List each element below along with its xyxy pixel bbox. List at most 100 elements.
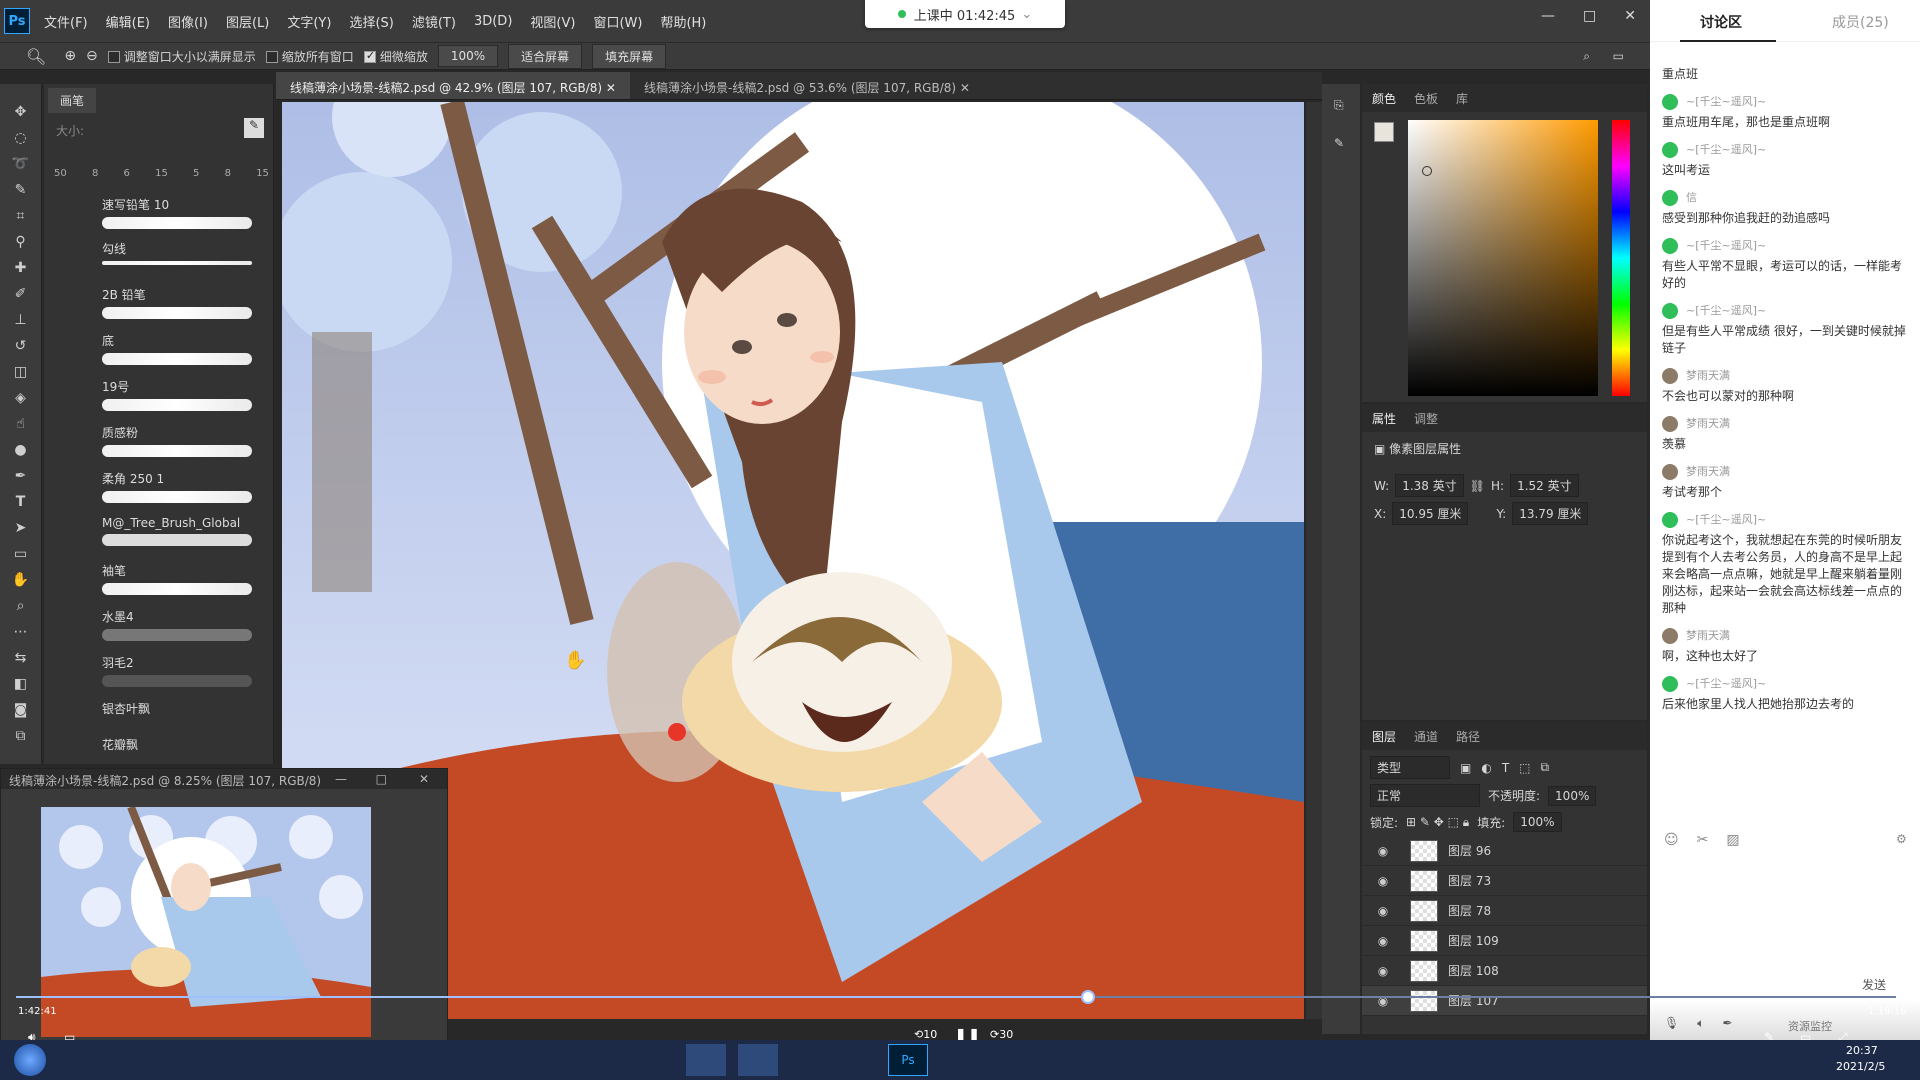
avatar[interactable] bbox=[1662, 141, 1678, 158]
tab-swatches[interactable]: 色板 bbox=[1414, 90, 1438, 107]
eraser-tool-icon[interactable]: ◫ bbox=[14, 364, 27, 381]
canvas-scrollbar[interactable] bbox=[1306, 102, 1322, 1019]
menu-select[interactable]: 选择(S) bbox=[349, 12, 393, 31]
tab-members[interactable]: 成员(25) bbox=[1832, 12, 1889, 32]
zoom-tool-icon[interactable]: 🔍︎ bbox=[26, 47, 46, 66]
avatar[interactable] bbox=[1662, 237, 1678, 254]
chevron-down-icon[interactable]: ⌄ bbox=[1021, 7, 1032, 22]
brush-item[interactable]: 袖笔 bbox=[102, 562, 302, 595]
fit-window-checkbox[interactable]: 调整窗口大小以满屏显示 bbox=[107, 48, 256, 65]
close-icon[interactable]: ✕ bbox=[419, 772, 429, 786]
move-tool-icon[interactable]: ✥ bbox=[15, 104, 27, 121]
search-icon[interactable]: ⌕ bbox=[1583, 49, 1590, 64]
avatar[interactable] bbox=[1662, 189, 1678, 206]
menu-filter[interactable]: 滤镜(T) bbox=[412, 12, 456, 31]
visibility-eye-icon[interactable]: ◉ bbox=[1372, 904, 1394, 918]
link-icon[interactable]: ⛓ bbox=[1470, 479, 1485, 493]
tab-color[interactable]: 颜色 bbox=[1372, 90, 1396, 107]
menu-view[interactable]: 视图(V) bbox=[530, 12, 575, 31]
brush-preset[interactable]: 15 bbox=[155, 168, 168, 179]
brush-item[interactable]: 勾线 bbox=[102, 240, 302, 265]
history-icon[interactable]: ⎘ bbox=[1334, 98, 1344, 113]
workspace-icon[interactable]: ▭ bbox=[1613, 49, 1624, 63]
minimize-icon[interactable]: — bbox=[1541, 8, 1555, 24]
marquee-tool-icon[interactable]: ◌ bbox=[14, 130, 26, 147]
blend-mode-select[interactable]: 正常 bbox=[1370, 784, 1480, 807]
brush-tool-icon[interactable]: ✐ bbox=[15, 286, 27, 303]
layer-row[interactable]: ◉ 图层 109 bbox=[1362, 926, 1647, 956]
taskbar-wechat-icon[interactable] bbox=[738, 1044, 778, 1076]
more-tools-icon[interactable]: ⋯ bbox=[14, 624, 28, 641]
crop-tool-icon[interactable]: ⌗ bbox=[17, 208, 25, 225]
minimize-icon[interactable]: — bbox=[335, 772, 347, 786]
brush-item[interactable]: 质感粉 bbox=[102, 424, 302, 457]
brush-preset[interactable]: 8 bbox=[92, 168, 98, 179]
zoom-in-icon[interactable]: ⊕ bbox=[64, 48, 76, 64]
tab-document-2[interactable]: 线稿薄涂小场景-线稿2.psd @ 53.6% (图层 107, RGB/8) … bbox=[630, 72, 984, 99]
image-icon[interactable]: ▨ bbox=[1726, 832, 1739, 848]
dodge-tool-icon[interactable]: ● bbox=[14, 442, 26, 459]
visibility-eye-icon[interactable]: ◉ bbox=[1372, 874, 1394, 888]
visibility-eye-icon[interactable]: ◉ bbox=[1372, 934, 1394, 948]
hue-slider[interactable] bbox=[1612, 120, 1630, 396]
filter-type-icon[interactable]: T bbox=[1502, 761, 1509, 775]
quick-mask-icon[interactable]: ◙ bbox=[14, 702, 28, 719]
color-swatches-icon[interactable]: ◧ bbox=[14, 676, 27, 693]
menu-layer[interactable]: 图层(L) bbox=[226, 12, 269, 31]
visibility-eye-icon[interactable]: ◉ bbox=[1372, 964, 1394, 978]
brush-settings-icon[interactable]: ✎ bbox=[1334, 136, 1344, 150]
height-field[interactable]: 1.52 英寸 bbox=[1510, 474, 1579, 497]
brush-item[interactable]: 羽毛2 bbox=[102, 654, 302, 687]
color-picker-handle[interactable] bbox=[1422, 166, 1432, 176]
layer-row[interactable]: ◉ 图层 78 bbox=[1362, 896, 1647, 926]
rectangle-tool-icon[interactable]: ▭ bbox=[14, 546, 27, 563]
lock-icons[interactable]: ⊞ ✎ ✥ ⬚ 🔒︎ bbox=[1406, 815, 1469, 830]
layer-row[interactable]: ◉ 图层 73 bbox=[1362, 866, 1647, 896]
brush-item[interactable]: 19号 bbox=[102, 378, 302, 411]
zoom-out-icon[interactable]: ⊖ bbox=[86, 48, 98, 64]
foreground-color-swatch[interactable] bbox=[1374, 122, 1394, 142]
avatar[interactable] bbox=[1662, 627, 1678, 644]
filter-pixel-icon[interactable]: ▣ bbox=[1460, 761, 1471, 775]
avatar[interactable] bbox=[1662, 511, 1678, 528]
photoshop-logo-icon[interactable]: Ps bbox=[4, 8, 30, 34]
brush-preset[interactable]: 8 bbox=[225, 168, 231, 179]
y-field[interactable]: 13.79 厘米 bbox=[1512, 502, 1589, 525]
tab-properties[interactable]: 属性 bbox=[1372, 410, 1396, 427]
brush-preset[interactable]: 6 bbox=[124, 168, 130, 179]
brush-item[interactable]: 柔角 250 1 bbox=[102, 470, 302, 503]
smudge-tool-icon[interactable]: ☝ bbox=[16, 416, 25, 433]
navigator-titlebar[interactable]: 线稿薄涂小场景-线稿2.psd @ 8.25% (图层 107, RGB/8) … bbox=[1, 769, 447, 789]
brush-item[interactable]: 底 bbox=[102, 332, 302, 365]
fill-field[interactable]: 100% bbox=[1513, 812, 1562, 832]
seek-handle[interactable] bbox=[1080, 990, 1095, 1004]
avatar[interactable] bbox=[1662, 367, 1678, 384]
swap-colors-icon[interactable]: ⇆ bbox=[15, 650, 27, 667]
hand-tool-icon[interactable]: ✋ bbox=[12, 572, 29, 589]
menu-file[interactable]: 文件(F) bbox=[44, 12, 88, 31]
tab-libraries[interactable]: 库 bbox=[1456, 90, 1468, 107]
brush-item[interactable]: 水墨4 bbox=[102, 608, 302, 641]
scissors-icon[interactable]: ✂ bbox=[1697, 832, 1709, 848]
type-tool-icon[interactable]: T bbox=[16, 494, 26, 511]
tab-discussion[interactable]: 讨论区 bbox=[1700, 12, 1742, 32]
path-select-icon[interactable]: ➤ bbox=[15, 520, 27, 537]
zoom-tool-side-icon[interactable]: ⌕ bbox=[17, 598, 25, 615]
pen-tool-icon[interactable]: ✒ bbox=[15, 468, 27, 485]
zoom-100-button[interactable]: 100% bbox=[437, 45, 499, 67]
maximize-icon[interactable]: □ bbox=[1583, 8, 1596, 24]
tab-layers[interactable]: 图层 bbox=[1372, 728, 1396, 745]
close-tab-icon[interactable]: ✕ bbox=[960, 81, 970, 95]
eyedropper-tool-icon[interactable]: ⚲ bbox=[15, 234, 25, 251]
screen-mode-icon[interactable]: ⧉ bbox=[16, 728, 26, 745]
menu-help[interactable]: 帮助(H) bbox=[660, 12, 706, 31]
avatar[interactable] bbox=[1662, 302, 1678, 319]
paint-bucket-icon[interactable]: ◈ bbox=[15, 390, 26, 407]
avatar[interactable] bbox=[1662, 93, 1678, 110]
quick-select-tool-icon[interactable]: ✎ bbox=[15, 182, 27, 199]
brush-preset[interactable]: 15 bbox=[256, 168, 269, 179]
visibility-eye-icon[interactable]: ◉ bbox=[1372, 844, 1394, 858]
history-brush-icon[interactable]: ↺ bbox=[15, 338, 27, 355]
layer-filter-select[interactable]: 类型 bbox=[1370, 756, 1450, 779]
tab-brushes[interactable]: 画笔 bbox=[48, 88, 97, 113]
